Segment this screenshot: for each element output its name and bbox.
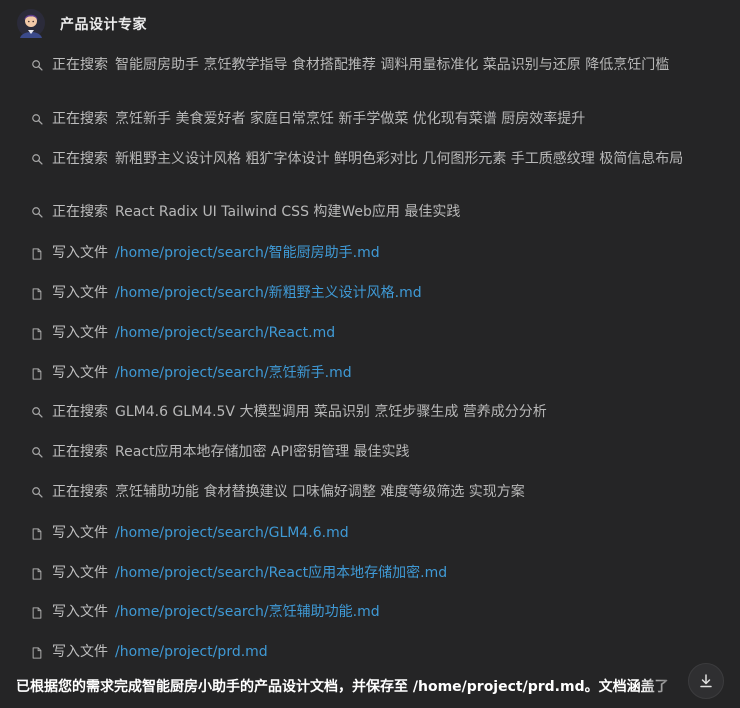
search-icon [30, 483, 44, 502]
step-action-label: 写入文件 [52, 644, 108, 660]
search-icon [30, 56, 44, 75]
step-action-label: 写入文件 [52, 604, 108, 620]
search-icon [30, 443, 44, 462]
file-icon [30, 564, 44, 583]
search-query: 烹饪辅助功能 食材替换建议 口味偏好调整 难度等级筛选 实现方案 [115, 484, 525, 500]
person-avatar-icon [17, 9, 45, 38]
write-file-step: 写入文件/home/project/search/新粗野主义设计风格.md [30, 284, 710, 303]
search-query: React Radix UI Tailwind CSS 构建Web应用 最佳实践 [115, 204, 461, 220]
agent-header: 产品设计专家 [16, 8, 147, 40]
file-path-link[interactable]: /home/project/search/烹饪辅助功能.md [115, 603, 693, 622]
write-file-step: 写入文件/home/project/search/React.md [30, 324, 710, 343]
write-file-step: 写入文件/home/project/prd.md [30, 643, 710, 662]
write-file-step: 写入文件/home/project/search/烹饪辅助功能.md [30, 603, 710, 622]
step-action-label: 写入文件 [52, 245, 108, 261]
step-action-label: 正在搜索 [52, 204, 108, 220]
step-action-label: 正在搜索 [52, 444, 108, 460]
step-action-label: 正在搜索 [52, 111, 108, 127]
file-path-link[interactable]: /home/project/search/GLM4.6.md [115, 524, 693, 543]
write-file-step: 写入文件/home/project/search/烹饪新手.md [30, 364, 710, 383]
search-query: React应用本地存储加密 API密钥管理 最佳实践 [115, 444, 410, 460]
search-query: 智能厨房助手 烹饪教学指导 食材搭配推荐 调料用量标准化 菜品识别与还原 降低烹… [115, 57, 670, 73]
file-path-link[interactable]: /home/project/search/新粗野主义设计风格.md [115, 284, 693, 303]
search-step: 正在搜索 智能厨房助手 烹饪教学指导 食材搭配推荐 调料用量标准化 菜品识别与还原… [30, 56, 710, 75]
file-path-link[interactable]: /home/project/search/React.md [115, 324, 693, 343]
step-action-label: 正在搜索 [52, 57, 108, 73]
file-icon [30, 603, 44, 622]
chat-panel: 产品设计专家 正在搜索 智能厨房助手 烹饪教学指导 食材搭配推荐 调料用量标准化 … [0, 0, 740, 708]
search-icon [30, 110, 44, 129]
write-file-step: 写入文件/home/project/search/智能厨房助手.md [30, 244, 710, 263]
file-icon [30, 284, 44, 303]
file-icon [30, 244, 44, 263]
search-icon [30, 150, 44, 169]
agent-title: 产品设计专家 [60, 17, 147, 33]
search-icon [30, 403, 44, 422]
scroll-to-bottom-icon [700, 674, 712, 688]
search-step: 正在搜索 烹饪辅助功能 食材替换建议 口味偏好调整 难度等级筛选 实现方案 [30, 483, 710, 502]
search-query: GLM4.6 GLM4.5V 大模型调用 菜品识别 烹饪步骤生成 营养成分分析 [115, 404, 547, 420]
search-step: 正在搜索 烹饪新手 美食爱好者 家庭日常烹饪 新手学做菜 优化现有菜谱 厨房效率提… [30, 110, 710, 129]
search-query: 新粗野主义设计风格 粗犷字体设计 鲜明色彩对比 几何图形元素 手工质感纹理 极简… [115, 151, 684, 167]
step-action-label: 写入文件 [52, 365, 108, 381]
search-step: 正在搜索 GLM4.6 GLM4.5V 大模型调用 菜品识别 烹饪步骤生成 营养成… [30, 403, 710, 422]
file-path-link[interactable]: /home/project/search/React应用本地存储加密.md [115, 564, 693, 583]
search-query: 烹饪新手 美食爱好者 家庭日常烹饪 新手学做菜 优化现有菜谱 厨房效率提升 [115, 111, 586, 127]
search-icon [30, 203, 44, 222]
search-step: 正在搜索 React应用本地存储加密 API密钥管理 最佳实践 [30, 443, 710, 462]
file-icon [30, 643, 44, 662]
step-action-label: 写入文件 [52, 325, 108, 341]
search-step: 正在搜索 新粗野主义设计风格 粗犷字体设计 鲜明色彩对比 几何图形元素 手工质感纹… [30, 150, 710, 169]
step-action-label: 写入文件 [52, 285, 108, 301]
scroll-to-bottom-button[interactable] [688, 663, 724, 699]
step-action-label: 正在搜索 [52, 151, 108, 167]
step-action-label: 写入文件 [52, 525, 108, 541]
write-file-step: 写入文件/home/project/search/GLM4.6.md [30, 524, 710, 543]
step-action-label: 写入文件 [52, 565, 108, 581]
write-file-step: 写入文件/home/project/search/React应用本地存储加密.m… [30, 564, 710, 583]
summary-text: 已根据您的需求完成智能厨房小助手的产品设计文档，并保存至 /home/proje… [16, 679, 669, 695]
step-action-label: 正在搜索 [52, 484, 108, 500]
file-path-link[interactable]: /home/project/prd.md [115, 643, 693, 662]
file-icon [30, 524, 44, 543]
step-action-label: 正在搜索 [52, 404, 108, 420]
file-path-link[interactable]: /home/project/search/烹饪新手.md [115, 364, 693, 383]
file-icon [30, 364, 44, 383]
file-path-link[interactable]: /home/project/search/智能厨房助手.md [115, 244, 693, 263]
file-icon [30, 324, 44, 343]
search-step: 正在搜索 React Radix UI Tailwind CSS 构建Web应用 … [30, 203, 710, 222]
